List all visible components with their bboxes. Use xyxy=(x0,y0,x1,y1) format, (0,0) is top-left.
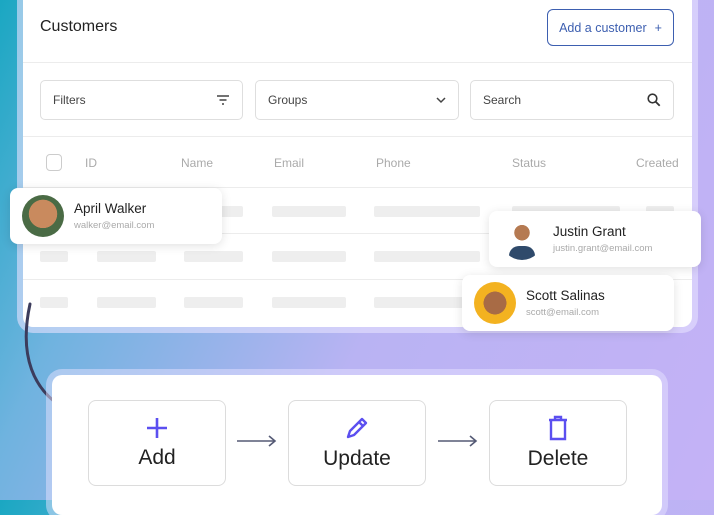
contact-email: justin.grant@email.com xyxy=(553,243,653,254)
add-label: Add xyxy=(138,446,176,469)
filters-button[interactable]: Filters xyxy=(40,80,243,120)
divider xyxy=(23,62,692,63)
skeleton-cell xyxy=(374,251,480,262)
arrow-right-icon xyxy=(438,435,478,447)
search-input[interactable]: Search xyxy=(470,80,674,120)
contact-email: scott@email.com xyxy=(526,307,599,318)
skeleton-cell xyxy=(97,297,156,308)
column-header-created[interactable]: Created xyxy=(636,156,679,170)
column-header-phone[interactable]: Phone xyxy=(376,156,411,170)
pencil-icon xyxy=(346,417,368,439)
delete-action-button[interactable]: Delete xyxy=(489,400,627,486)
skeleton-cell xyxy=(374,206,480,217)
add-customer-button[interactable]: Add a customer + xyxy=(547,9,674,46)
search-placeholder: Search xyxy=(483,93,522,107)
update-action-button[interactable]: Update xyxy=(288,400,426,486)
skeleton-cell xyxy=(184,251,243,262)
add-customer-label: Add a customer xyxy=(559,20,647,35)
column-header-name[interactable]: Name xyxy=(181,156,213,170)
chevron-down-icon xyxy=(436,96,446,103)
contact-card-scott-salinas[interactable]: Scott Salinas scott@email.com xyxy=(462,275,674,331)
contact-card-justin-grant[interactable]: Justin Grant justin.grant@email.com xyxy=(489,211,701,267)
page-title: Customers xyxy=(40,18,118,35)
contact-email: walker@email.com xyxy=(74,220,155,231)
plus-icon: + xyxy=(654,20,662,35)
skeleton-cell xyxy=(272,297,346,308)
contact-card-april-walker[interactable]: April Walker walker@email.com xyxy=(10,188,222,244)
skeleton-cell xyxy=(97,251,156,262)
arrow-right-icon xyxy=(237,435,277,447)
add-action-button[interactable]: Add xyxy=(88,400,226,486)
update-label: Update xyxy=(323,447,391,470)
filter-icon xyxy=(217,95,229,105)
column-header-status[interactable]: Status xyxy=(512,156,546,170)
skeleton-cell xyxy=(272,251,346,262)
delete-label: Delete xyxy=(527,447,589,470)
select-all-checkbox[interactable] xyxy=(46,154,62,171)
column-header-email[interactable]: Email xyxy=(274,156,304,170)
groups-label: Groups xyxy=(268,93,308,107)
divider xyxy=(23,136,692,137)
skeleton-cell xyxy=(272,206,346,217)
avatar xyxy=(501,218,543,260)
contact-name: Justin Grant xyxy=(553,224,626,239)
avatar xyxy=(474,282,516,324)
column-header-id[interactable]: ID xyxy=(85,156,97,170)
filters-label: Filters xyxy=(53,93,86,107)
trash-icon xyxy=(549,415,567,441)
groups-dropdown[interactable]: Groups xyxy=(255,80,459,120)
avatar xyxy=(22,195,64,237)
contact-name: April Walker xyxy=(74,201,147,216)
skeleton-cell xyxy=(184,297,243,308)
search-icon xyxy=(647,93,661,107)
plus-icon xyxy=(147,418,167,438)
contact-name: Scott Salinas xyxy=(526,288,605,303)
skeleton-cell xyxy=(40,251,68,262)
